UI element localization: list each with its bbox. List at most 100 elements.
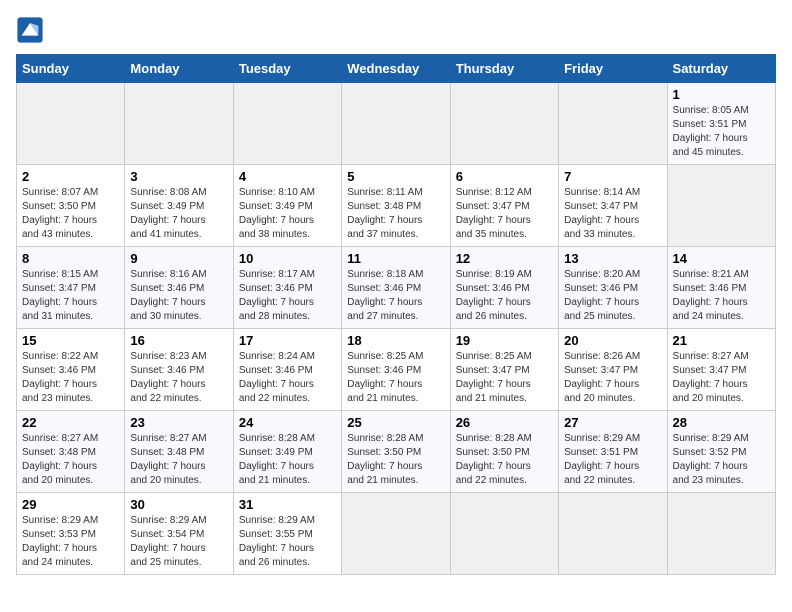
calendar-cell: 16 Sunrise: 8:23 AM Sunset: 3:46 PM Dayli… — [125, 329, 233, 411]
day-info: Sunrise: 8:24 AM Sunset: 3:46 PM Dayligh… — [239, 350, 336, 406]
calendar-cell — [233, 83, 341, 165]
col-header-tuesday: Tuesday — [233, 55, 341, 83]
day-info: Sunrise: 8:25 AM Sunset: 3:46 PM Dayligh… — [347, 350, 444, 406]
day-number: 5 — [347, 169, 444, 184]
day-number: 29 — [22, 497, 119, 512]
calendar-cell: 10 Sunrise: 8:17 AM Sunset: 3:46 PM Dayli… — [233, 247, 341, 329]
day-number: 21 — [673, 333, 770, 348]
calendar-table: SundayMondayTuesdayWednesdayThursdayFrid… — [16, 54, 776, 575]
day-info: Sunrise: 8:20 AM Sunset: 3:46 PM Dayligh… — [564, 268, 661, 324]
calendar-cell: 31 Sunrise: 8:29 AM Sunset: 3:55 PM Dayli… — [233, 493, 341, 575]
col-header-saturday: Saturday — [667, 55, 775, 83]
calendar-cell: 24 Sunrise: 8:28 AM Sunset: 3:49 PM Dayli… — [233, 411, 341, 493]
calendar-cell: 28 Sunrise: 8:29 AM Sunset: 3:52 PM Dayli… — [667, 411, 775, 493]
calendar-cell — [559, 493, 667, 575]
day-number: 13 — [564, 251, 661, 266]
calendar-cell: 19Sunrise: 8:25 AM Sunset: 3:47 PM Dayli… — [450, 329, 558, 411]
day-info: Sunrise: 8:27 AM Sunset: 3:47 PM Dayligh… — [673, 350, 770, 406]
calendar-cell: 29 Sunrise: 8:29 AM Sunset: 3:53 PM Dayli… — [17, 493, 125, 575]
day-number: 27 — [564, 415, 661, 430]
day-info: Sunrise: 8:29 AM Sunset: 3:53 PM Dayligh… — [22, 514, 119, 570]
calendar-cell: 5 Sunrise: 8:11 AM Sunset: 3:48 PM Daylig… — [342, 165, 450, 247]
calendar-cell: 23 Sunrise: 8:27 AM Sunset: 3:48 PM Dayli… — [125, 411, 233, 493]
day-info: Sunrise: 8:29 AM Sunset: 3:52 PM Dayligh… — [673, 432, 770, 488]
calendar-cell — [342, 493, 450, 575]
day-number: 25 — [347, 415, 444, 430]
day-number: 30 — [130, 497, 227, 512]
day-info: Sunrise: 8:17 AM Sunset: 3:46 PM Dayligh… — [239, 268, 336, 324]
day-number: 15 — [22, 333, 119, 348]
calendar-cell: 15 Sunrise: 8:22 AM Sunset: 3:46 PM Dayli… — [17, 329, 125, 411]
calendar-cell: 7 Sunrise: 8:14 AM Sunset: 3:47 PM Daylig… — [559, 165, 667, 247]
day-info: Sunrise: 8:21 AM Sunset: 3:46 PM Dayligh… — [673, 268, 770, 324]
day-info: Sunrise: 8:29 AM Sunset: 3:54 PM Dayligh… — [130, 514, 227, 570]
calendar-cell — [450, 493, 558, 575]
day-number: 4 — [239, 169, 336, 184]
logo — [16, 16, 48, 44]
calendar-cell: 18 Sunrise: 8:25 AM Sunset: 3:46 PM Dayli… — [342, 329, 450, 411]
logo-icon — [16, 16, 44, 44]
calendar-cell — [667, 493, 775, 575]
day-number: 1 — [673, 87, 770, 102]
day-info: Sunrise: 8:08 AM Sunset: 3:49 PM Dayligh… — [130, 186, 227, 242]
day-info: Sunrise: 8:28 AM Sunset: 3:49 PM Dayligh… — [239, 432, 336, 488]
day-info: Sunrise: 8:22 AM Sunset: 3:46 PM Dayligh… — [22, 350, 119, 406]
calendar-cell: 6 Sunrise: 8:12 AM Sunset: 3:47 PM Daylig… — [450, 165, 558, 247]
day-info: Sunrise: 8:27 AM Sunset: 3:48 PM Dayligh… — [130, 432, 227, 488]
day-number: 24 — [239, 415, 336, 430]
day-info: Sunrise: 8:26 AM Sunset: 3:47 PM Dayligh… — [564, 350, 661, 406]
page-header — [16, 16, 776, 44]
calendar-cell: 17 Sunrise: 8:24 AM Sunset: 3:46 PM Dayli… — [233, 329, 341, 411]
day-info: Sunrise: 8:27 AM Sunset: 3:48 PM Dayligh… — [22, 432, 119, 488]
day-info: Sunrise: 8:29 AM Sunset: 3:51 PM Dayligh… — [564, 432, 661, 488]
day-number: 6 — [456, 169, 553, 184]
calendar-cell: 3 Sunrise: 8:08 AM Sunset: 3:49 PM Daylig… — [125, 165, 233, 247]
day-info: Sunrise: 8:16 AM Sunset: 3:46 PM Dayligh… — [130, 268, 227, 324]
col-header-thursday: Thursday — [450, 55, 558, 83]
calendar-cell — [125, 83, 233, 165]
day-number: 31 — [239, 497, 336, 512]
calendar-cell — [17, 83, 125, 165]
calendar-cell: 2Sunrise: 8:07 AM Sunset: 3:50 PM Daylig… — [17, 165, 125, 247]
calendar-cell — [559, 83, 667, 165]
day-number: 28 — [673, 415, 770, 430]
day-info: Sunrise: 8:28 AM Sunset: 3:50 PM Dayligh… — [347, 432, 444, 488]
day-info: Sunrise: 8:18 AM Sunset: 3:46 PM Dayligh… — [347, 268, 444, 324]
day-number: 17 — [239, 333, 336, 348]
day-number: 3 — [130, 169, 227, 184]
col-header-sunday: Sunday — [17, 55, 125, 83]
day-info: Sunrise: 8:29 AM Sunset: 3:55 PM Dayligh… — [239, 514, 336, 570]
day-number: 18 — [347, 333, 444, 348]
day-info: Sunrise: 8:23 AM Sunset: 3:46 PM Dayligh… — [130, 350, 227, 406]
day-info: Sunrise: 8:07 AM Sunset: 3:50 PM Dayligh… — [22, 186, 119, 242]
day-number: 20 — [564, 333, 661, 348]
day-number: 12 — [456, 251, 553, 266]
day-number: 26 — [456, 415, 553, 430]
col-header-monday: Monday — [125, 55, 233, 83]
calendar-cell: 30 Sunrise: 8:29 AM Sunset: 3:54 PM Dayli… — [125, 493, 233, 575]
calendar-cell: 20 Sunrise: 8:26 AM Sunset: 3:47 PM Dayli… — [559, 329, 667, 411]
calendar-cell: 27 Sunrise: 8:29 AM Sunset: 3:51 PM Dayli… — [559, 411, 667, 493]
calendar-cell: 13 Sunrise: 8:20 AM Sunset: 3:46 PM Dayli… — [559, 247, 667, 329]
day-info: Sunrise: 8:14 AM Sunset: 3:47 PM Dayligh… — [564, 186, 661, 242]
calendar-cell: 1Sunrise: 8:05 AM Sunset: 3:51 PM Daylig… — [667, 83, 775, 165]
calendar-cell: 26Sunrise: 8:28 AM Sunset: 3:50 PM Dayli… — [450, 411, 558, 493]
day-number: 22 — [22, 415, 119, 430]
day-number: 23 — [130, 415, 227, 430]
calendar-cell: 21 Sunrise: 8:27 AM Sunset: 3:47 PM Dayli… — [667, 329, 775, 411]
day-info: Sunrise: 8:11 AM Sunset: 3:48 PM Dayligh… — [347, 186, 444, 242]
calendar-cell: 4Sunrise: 8:10 AM Sunset: 3:49 PM Daylig… — [233, 165, 341, 247]
day-number: 10 — [239, 251, 336, 266]
calendar-cell: 25 Sunrise: 8:28 AM Sunset: 3:50 PM Dayli… — [342, 411, 450, 493]
calendar-cell: 8Sunrise: 8:15 AM Sunset: 3:47 PM Daylig… — [17, 247, 125, 329]
day-number: 11 — [347, 251, 444, 266]
day-info: Sunrise: 8:25 AM Sunset: 3:47 PM Dayligh… — [456, 350, 553, 406]
calendar-cell — [342, 83, 450, 165]
day-info: Sunrise: 8:12 AM Sunset: 3:47 PM Dayligh… — [456, 186, 553, 242]
calendar-cell — [450, 83, 558, 165]
day-number: 14 — [673, 251, 770, 266]
day-number: 16 — [130, 333, 227, 348]
day-number: 7 — [564, 169, 661, 184]
calendar-cell — [667, 165, 775, 247]
day-number: 9 — [130, 251, 227, 266]
